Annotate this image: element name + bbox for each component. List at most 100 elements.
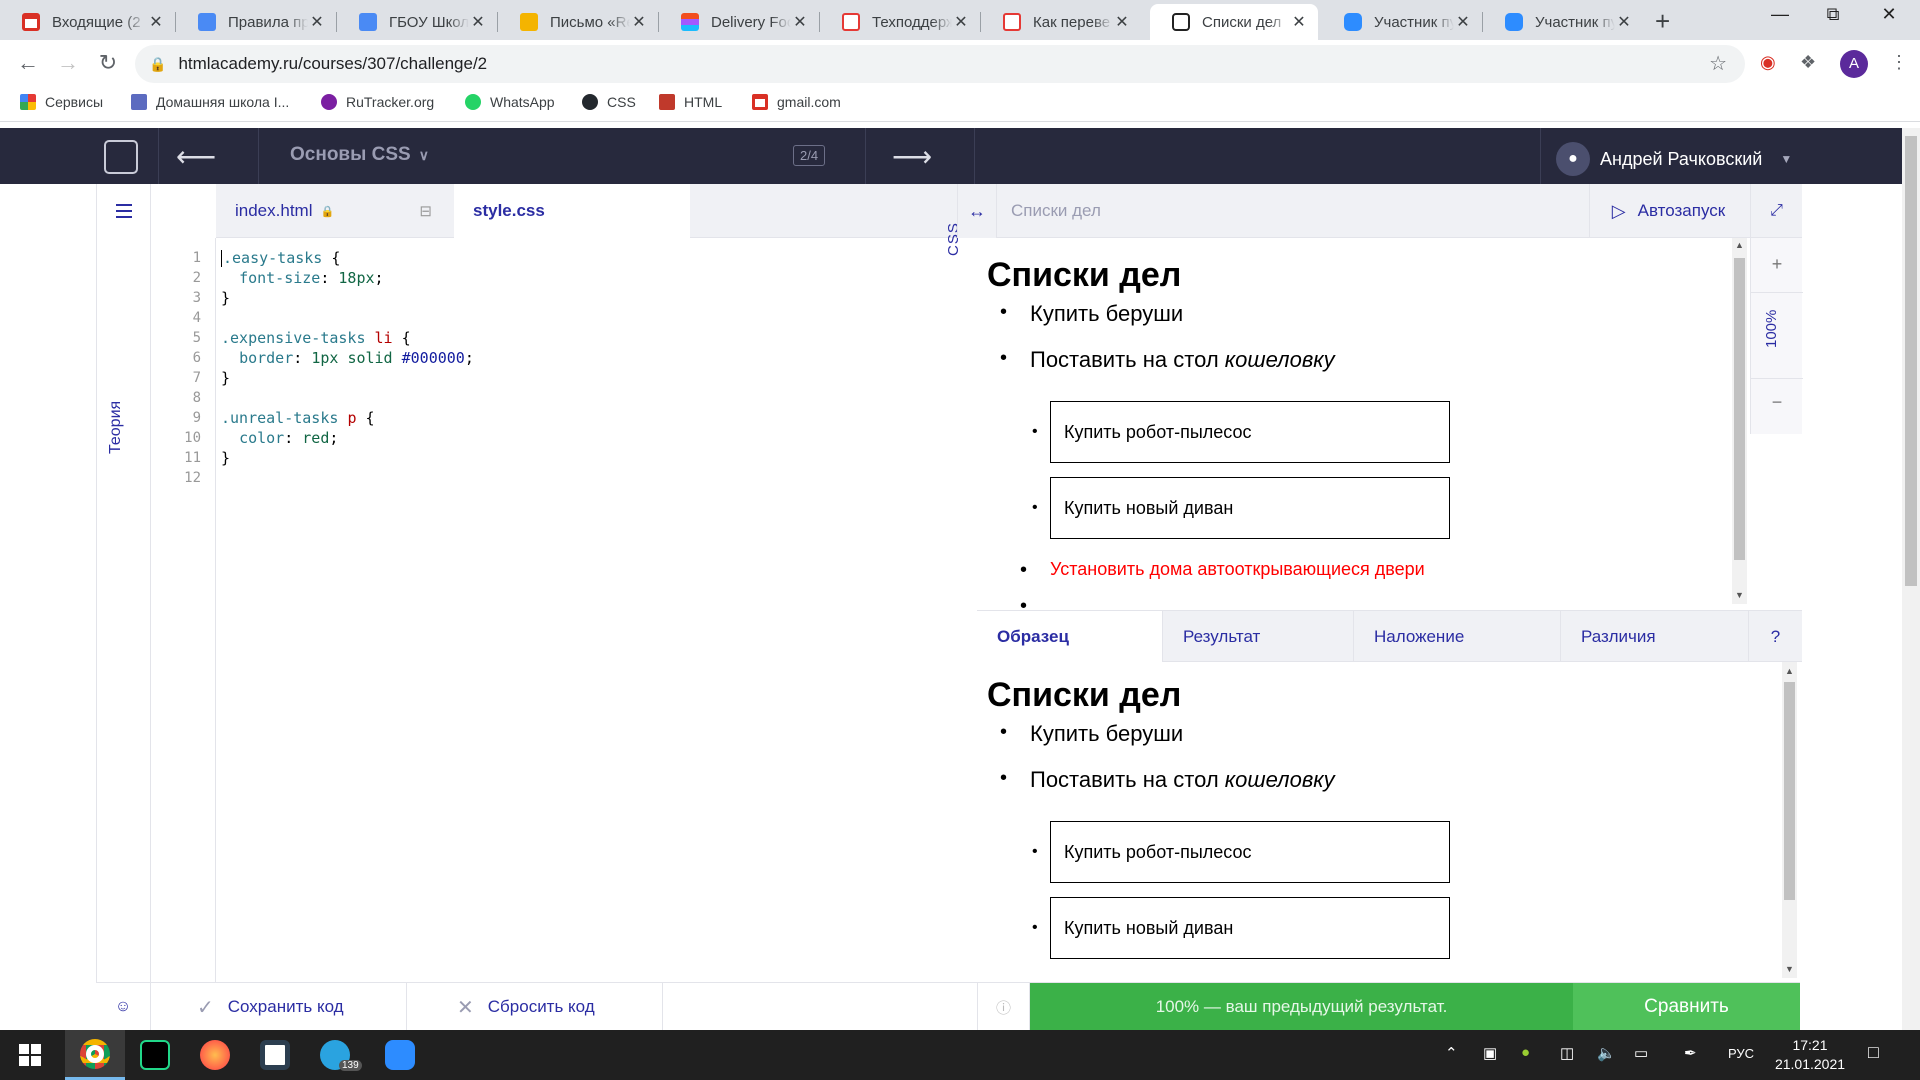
notifications-icon[interactable]: □ xyxy=(1868,1042,1879,1063)
minimize-icon[interactable]: — xyxy=(1757,4,1803,25)
pen-icon[interactable]: ✒ xyxy=(1684,1044,1697,1062)
tab-sample[interactable]: Образец xyxy=(977,611,1163,663)
feedback-icon[interactable]: ☺ xyxy=(96,983,151,1031)
extension-icon[interactable]: ◉ xyxy=(1760,52,1776,73)
bookmark-item[interactable]: HTML xyxy=(659,94,722,110)
preview-scrollbar[interactable]: ▲ ▼ xyxy=(1732,238,1747,604)
prev-arrow-icon[interactable]: ⟵ xyxy=(176,140,216,173)
theory-tab[interactable]: Теория xyxy=(107,401,125,454)
battery-icon[interactable]: ▭ xyxy=(1634,1044,1648,1062)
chrome-icon[interactable] xyxy=(65,1030,125,1080)
bookmark-star-icon[interactable]: ☆ xyxy=(1709,51,1727,76)
shield-icon[interactable]: ● xyxy=(1521,1044,1530,1061)
code-line[interactable]: } xyxy=(221,288,941,308)
puzzle-icon[interactable]: ❖ xyxy=(1800,52,1816,73)
clock[interactable]: 17:21 21.01.2021 xyxy=(1765,1036,1855,1074)
tab-style-css[interactable]: style.css xyxy=(454,184,690,238)
volume-icon[interactable]: 🔈 xyxy=(1597,1044,1616,1062)
browser-tab[interactable]: Как переве ✕ xyxy=(981,4,1141,40)
close-tab-icon[interactable]: ✕ xyxy=(469,12,487,32)
reset-code-button[interactable]: ✕ Сбросить код xyxy=(407,983,663,1031)
close-tab-icon[interactable]: ✕ xyxy=(1113,12,1131,32)
code-line[interactable] xyxy=(221,308,941,328)
bookmark-item[interactable]: WhatsApp xyxy=(465,94,555,110)
chevron-up-icon[interactable]: ⌃ xyxy=(1445,1044,1458,1062)
browser-tab[interactable]: Правила пр ✕ xyxy=(176,4,336,40)
menu-icon[interactable] xyxy=(116,204,132,222)
compare-button[interactable]: Сравнить xyxy=(1573,983,1800,1031)
scroll-down-icon[interactable]: ▼ xyxy=(1732,590,1747,600)
code-line[interactable]: .unreal-tasks p { xyxy=(221,408,941,428)
close-tab-icon[interactable]: ✕ xyxy=(308,12,326,32)
language-indicator[interactable]: РУС xyxy=(1728,1046,1754,1061)
bookmark-item[interactable]: CSS xyxy=(582,94,636,110)
collapse-icon[interactable]: ⊟ xyxy=(419,202,432,220)
browser-tab[interactable]: Техподдерж ✕ xyxy=(820,4,980,40)
back-icon[interactable]: ← xyxy=(14,50,42,76)
autorun-toggle[interactable]: ▷ Автозапуск xyxy=(1589,184,1747,238)
scroll-thumb[interactable] xyxy=(1784,682,1795,900)
code-line[interactable]: .easy-tasks { xyxy=(221,248,941,268)
close-tab-icon[interactable]: ✕ xyxy=(147,12,165,32)
zoom-icon[interactable] xyxy=(370,1030,430,1080)
tab-index-html[interactable]: index.html 🔒 ⊟ xyxy=(216,184,454,238)
fullscreen-icon[interactable]: ⤢ xyxy=(1750,184,1802,238)
meet-icon[interactable]: ▣ xyxy=(1483,1044,1497,1062)
code-line[interactable]: font-size: 18px; xyxy=(221,268,941,288)
browser-tab[interactable]: Участник пу ✕ xyxy=(1483,4,1643,40)
info-icon[interactable]: ⓘ xyxy=(977,983,1030,1031)
scroll-down-icon[interactable]: ▼ xyxy=(1782,964,1797,974)
close-tab-icon[interactable]: ✕ xyxy=(952,12,970,32)
browser-tab[interactable]: ГБОУ Школа ✕ xyxy=(337,4,497,40)
tab-result[interactable]: Результат xyxy=(1163,611,1354,663)
resize-handle-icon[interactable]: ↔ xyxy=(957,184,997,238)
network-icon[interactable]: ◫ xyxy=(1560,1044,1574,1062)
zoom-out-button[interactable]: − xyxy=(1751,392,1803,413)
bookmark-apps[interactable]: Сервисы xyxy=(20,94,103,110)
app-icon[interactable] xyxy=(245,1030,305,1080)
tab-diff[interactable]: Различия xyxy=(1561,611,1749,663)
browser-tab[interactable]: Участник пу ✕ xyxy=(1322,4,1482,40)
code-line[interactable]: .expensive-tasks li { xyxy=(221,328,941,348)
htmlacademy-logo[interactable] xyxy=(104,140,138,174)
telegram-icon[interactable]: 139 xyxy=(305,1030,365,1080)
reload-icon[interactable]: ↻ xyxy=(94,50,122,76)
browser-tab[interactable]: Письмо «Re ✕ xyxy=(498,4,658,40)
help-button[interactable]: ? xyxy=(1749,611,1802,663)
scroll-up-icon[interactable]: ▲ xyxy=(1782,666,1797,676)
tab-overlay[interactable]: Наложение xyxy=(1354,611,1561,663)
restore-icon[interactable]: ⧉ xyxy=(1810,4,1856,25)
bookmark-item[interactable]: Домашняя школа I... xyxy=(131,94,289,110)
save-code-button[interactable]: ✓ Сохранить код xyxy=(151,983,407,1031)
close-tab-icon[interactable]: ✕ xyxy=(1290,12,1308,32)
scroll-thumb[interactable] xyxy=(1905,136,1917,586)
forward-icon[interactable]: → xyxy=(54,50,82,76)
new-tab-button[interactable]: + xyxy=(1655,6,1670,37)
scroll-thumb[interactable] xyxy=(1734,258,1745,560)
code-line[interactable]: border: 1px solid #000000; xyxy=(221,348,941,368)
close-window-icon[interactable]: ✕ xyxy=(1866,4,1912,25)
code-line[interactable] xyxy=(221,388,941,408)
bookmark-item[interactable]: gmail.com xyxy=(752,94,841,110)
code-line[interactable]: } xyxy=(221,368,941,388)
course-dropdown[interactable]: Основы CSS ∨ xyxy=(290,144,429,166)
firefox-icon[interactable] xyxy=(185,1030,245,1080)
menu-dots-icon[interactable]: ⋮ xyxy=(1890,52,1908,73)
code-line[interactable] xyxy=(221,468,941,488)
page-scrollbar[interactable] xyxy=(1902,128,1920,1030)
browser-tab[interactable]: Входящие (2 ✕ xyxy=(0,4,175,40)
profile-avatar[interactable]: A xyxy=(1840,50,1868,78)
zoom-in-button[interactable]: + xyxy=(1751,254,1803,275)
scroll-up-icon[interactable]: ▲ xyxy=(1732,240,1747,250)
code-line[interactable]: color: red; xyxy=(221,428,941,448)
close-tab-icon[interactable]: ✕ xyxy=(791,12,809,32)
lock-icon[interactable]: 🔒 xyxy=(149,56,166,73)
code-editor[interactable]: .easy-tasks { font-size: 18px;} .expensi… xyxy=(221,248,941,488)
address-bar[interactable]: 🔒 htmlacademy.ru/courses/307/challenge/2… xyxy=(135,45,1745,83)
user-menu[interactable]: ● Андрей Рачковский ▼ xyxy=(1556,142,1792,176)
sample-scrollbar[interactable]: ▲ ▼ xyxy=(1782,662,1797,978)
bookmark-item[interactable]: RuTracker.org xyxy=(321,94,434,110)
close-tab-icon[interactable]: ✕ xyxy=(630,12,648,32)
code-line[interactable]: } xyxy=(221,448,941,468)
start-button[interactable] xyxy=(0,1030,60,1080)
